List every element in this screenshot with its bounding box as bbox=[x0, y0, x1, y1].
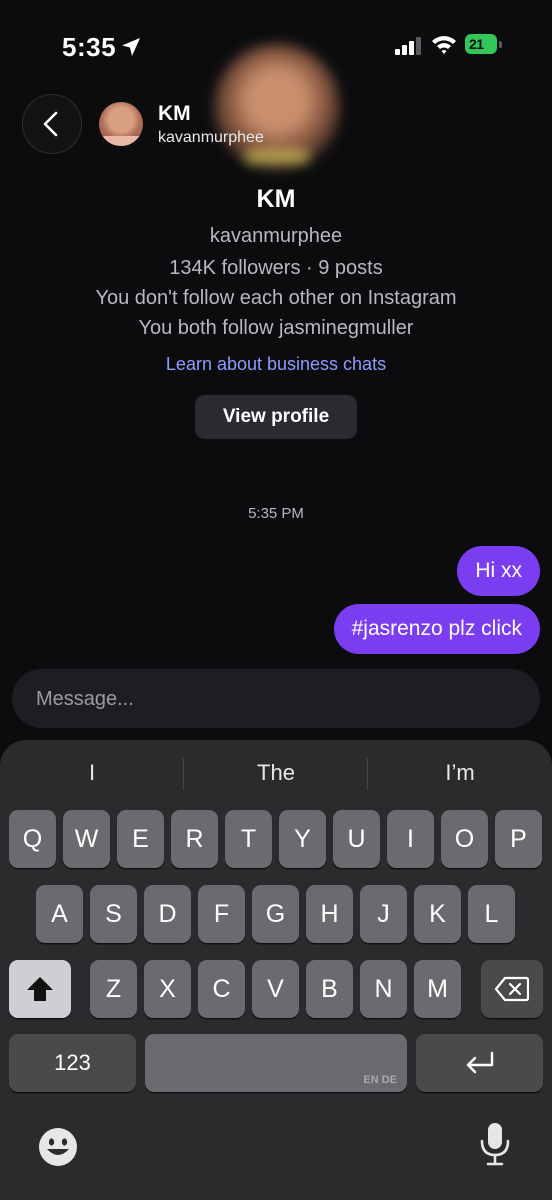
business-chats-link[interactable]: Learn about business chats bbox=[0, 354, 552, 375]
key-o[interactable]: O bbox=[441, 810, 488, 868]
key-c[interactable]: C bbox=[198, 960, 245, 1018]
backspace-key[interactable] bbox=[481, 960, 543, 1018]
view-profile-button[interactable]: View profile bbox=[195, 395, 357, 439]
profile-stats: 134K followers · 9 posts bbox=[169, 257, 383, 279]
key-s[interactable]: S bbox=[90, 885, 137, 943]
message-input[interactable] bbox=[34, 669, 518, 730]
key-p[interactable]: P bbox=[495, 810, 542, 868]
signal-icon bbox=[395, 37, 421, 55]
battery-percent: 21 bbox=[469, 36, 484, 52]
message-bubble[interactable]: Hi xx bbox=[457, 546, 540, 596]
key-a[interactable]: A bbox=[36, 885, 83, 943]
keyboard: I The I’m Q W E R T Y U I O P A S D F G … bbox=[0, 740, 552, 1200]
status-time: 5:35 bbox=[62, 32, 117, 62]
key-g[interactable]: G bbox=[252, 885, 299, 943]
key-f[interactable]: F bbox=[198, 885, 245, 943]
suggestion-1[interactable]: I bbox=[0, 760, 184, 786]
return-key[interactable] bbox=[416, 1034, 543, 1092]
battery-nub bbox=[499, 41, 502, 48]
message-composer[interactable] bbox=[12, 669, 540, 730]
microphone-icon[interactable] bbox=[478, 1121, 512, 1167]
wifi-icon bbox=[432, 36, 456, 54]
key-v[interactable]: V bbox=[252, 960, 299, 1018]
key-w[interactable]: W bbox=[63, 810, 110, 868]
key-h[interactable]: H bbox=[306, 885, 353, 943]
suggestion-3[interactable]: I’m bbox=[368, 760, 552, 786]
header-name[interactable]: KM bbox=[158, 102, 191, 126]
numbers-key[interactable]: 123 bbox=[9, 1034, 136, 1092]
key-b[interactable]: B bbox=[306, 960, 353, 1018]
header-username[interactable]: kavanmurphee bbox=[158, 129, 264, 147]
space-language-label: EN DE bbox=[363, 1074, 397, 1086]
space-key[interactable]: EN DE bbox=[145, 1034, 407, 1092]
message-bubble[interactable]: #jasrenzo plz click bbox=[333, 604, 540, 654]
shift-key[interactable] bbox=[9, 960, 71, 1018]
profile-photo[interactable] bbox=[214, 44, 340, 170]
mutual-follow-text: You don't follow each other on Instagram bbox=[95, 287, 457, 309]
key-t[interactable]: T bbox=[225, 810, 272, 868]
key-n[interactable]: N bbox=[360, 960, 407, 1018]
shift-icon bbox=[27, 977, 53, 1001]
message-timestamp: 5:35 PM bbox=[248, 505, 304, 522]
key-d[interactable]: D bbox=[144, 885, 191, 943]
battery-icon: 21 bbox=[465, 34, 503, 56]
key-j[interactable]: J bbox=[360, 885, 407, 943]
key-l[interactable]: L bbox=[468, 885, 515, 943]
key-i[interactable]: I bbox=[387, 810, 434, 868]
key-u[interactable]: U bbox=[333, 810, 380, 868]
profile-username: kavanmurphee bbox=[209, 225, 343, 247]
key-z[interactable]: Z bbox=[90, 960, 137, 1018]
mutual-friend-text: You both follow jasminegmuller bbox=[138, 317, 414, 339]
profile-name: KM bbox=[256, 185, 296, 213]
key-e[interactable]: E bbox=[117, 810, 164, 868]
key-x[interactable]: X bbox=[144, 960, 191, 1018]
back-button[interactable] bbox=[22, 94, 82, 154]
return-icon bbox=[466, 1051, 493, 1074]
key-q[interactable]: Q bbox=[9, 810, 56, 868]
emoji-icon[interactable] bbox=[36, 1125, 80, 1169]
key-y[interactable]: Y bbox=[279, 810, 326, 868]
key-r[interactable]: R bbox=[171, 810, 218, 868]
suggestion-2[interactable]: The bbox=[184, 760, 368, 786]
back-chevron-icon bbox=[43, 111, 58, 137]
header-avatar[interactable] bbox=[99, 102, 143, 146]
location-arrow-icon bbox=[122, 38, 140, 56]
key-m[interactable]: M bbox=[414, 960, 461, 1018]
battery-level: 21 bbox=[465, 34, 497, 54]
key-k[interactable]: K bbox=[414, 885, 461, 943]
backspace-icon bbox=[495, 976, 529, 1002]
